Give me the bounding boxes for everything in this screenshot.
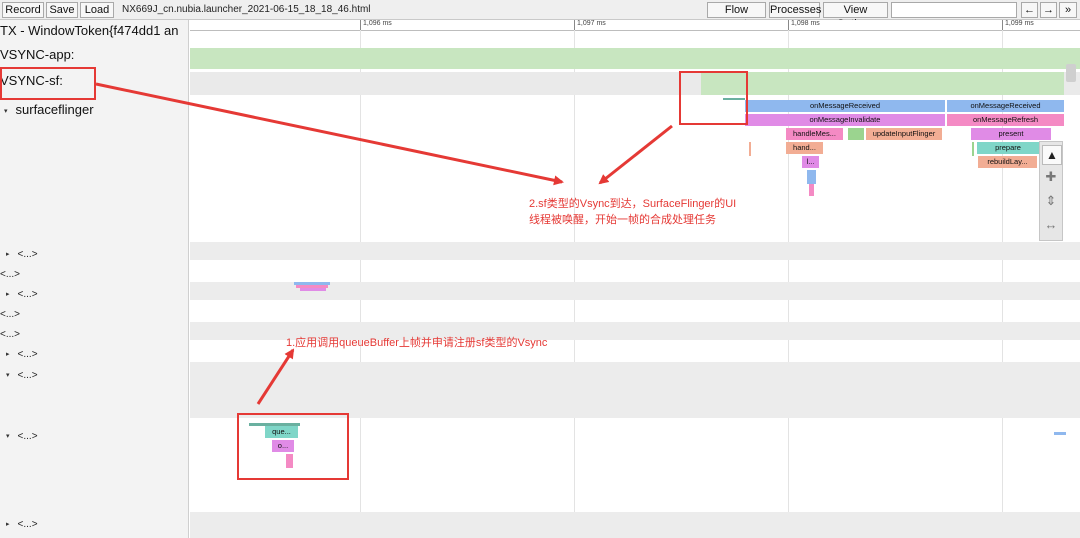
vertical-scrollbar[interactable] bbox=[1066, 64, 1076, 82]
annotation-sf-vsync-line1: 2.sf类型的Vsync到达，SurfaceFlinger的UI bbox=[529, 198, 737, 210]
annotation-sf-vsync-line2: 线程被唤醒，开始一帧的合成处理任务 bbox=[529, 214, 716, 226]
annotation-queue-buffer: 1.应用调用queueBuffer上帧并申请注册sf类型的Vsync bbox=[286, 337, 548, 349]
annotation-arrows bbox=[95, 82, 673, 405]
arrow-to-queue-buffer bbox=[256, 348, 295, 405]
select-cursor-icon[interactable]: ▲ bbox=[1042, 145, 1062, 165]
pan-icon[interactable]: ✚ bbox=[1042, 168, 1060, 186]
timing-icon[interactable]: ↔ bbox=[1042, 216, 1060, 234]
zoom-icon[interactable]: ⇕ bbox=[1042, 192, 1060, 210]
mouse-mode-palette: ▲ ✚ ⇕ ↔ bbox=[1039, 141, 1063, 241]
arrow-to-note bbox=[95, 82, 564, 186]
arrow-to-note bbox=[598, 124, 673, 185]
